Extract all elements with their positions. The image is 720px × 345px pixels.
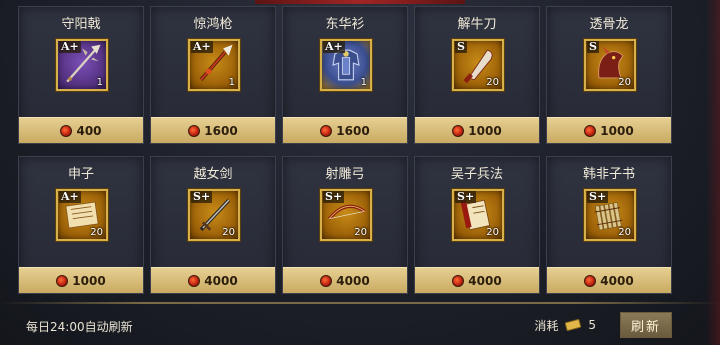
- refresh-note: 每日24:00自动刷新: [26, 320, 133, 334]
- item-quantity: 20: [486, 77, 499, 88]
- price-bar[interactable]: 400: [19, 117, 143, 143]
- footer-divider: [0, 302, 720, 304]
- item-price: 1000: [468, 123, 502, 138]
- item-name: 解牛刀: [457, 17, 497, 32]
- item-quantity: 1: [96, 77, 103, 88]
- item-price: 4000: [600, 273, 634, 288]
- item-slot[interactable]: A+ 1: [188, 39, 240, 91]
- currency-coin-icon: [60, 124, 73, 137]
- item-name: 吴子兵法: [450, 167, 503, 182]
- shop-item-card[interactable]: 东华衫 A+ 1 1600: [282, 6, 408, 144]
- grade-badge: S: [455, 40, 467, 53]
- currency-coin-icon: [584, 274, 597, 287]
- item-slot[interactable]: S 20: [584, 39, 636, 91]
- currency-coin-icon: [320, 274, 333, 287]
- currency-coin-icon: [56, 274, 69, 287]
- shop-item-card[interactable]: 透骨龙 S 20 1000: [546, 6, 672, 144]
- price-bar[interactable]: 1000: [415, 117, 539, 143]
- shop-item-card[interactable]: 申子 A+ 20 1000: [18, 156, 144, 294]
- item-name: 东华衫: [325, 17, 365, 32]
- price-bar[interactable]: 4000: [547, 267, 671, 293]
- item-slot[interactable]: S+ 20: [452, 189, 504, 241]
- item-slot[interactable]: A+ 20: [56, 189, 108, 241]
- item-price: 4000: [336, 273, 370, 288]
- shop-item-card[interactable]: 惊鸿枪 A+ 1 1600: [150, 6, 276, 144]
- item-name: 越女剑: [193, 167, 233, 182]
- item-price: 1600: [336, 123, 370, 138]
- item-quantity: 20: [354, 227, 367, 238]
- shop-item-card[interactable]: 解牛刀 S 20 1000: [414, 6, 540, 144]
- item-slot[interactable]: S+ 20: [188, 189, 240, 241]
- right-edge-glow: [706, 0, 720, 345]
- item-slot[interactable]: A+ 1: [56, 39, 108, 91]
- item-quantity: 1: [360, 77, 367, 88]
- item-price: 1000: [72, 273, 106, 288]
- grade-badge: A+: [191, 40, 213, 53]
- item-price: 1000: [600, 123, 634, 138]
- item-name: 申子: [67, 167, 94, 182]
- item-price: 1600: [204, 123, 238, 138]
- grade-badge: S+: [323, 190, 345, 203]
- top-red-strip: [255, 0, 465, 4]
- price-bar[interactable]: 4000: [415, 267, 539, 293]
- shop-grid: 守阳戟 A+ 1 400 惊鸿枪 A+ 1 1600 东华衫 A+ 1 1600…: [18, 6, 702, 296]
- grade-badge: S+: [191, 190, 213, 203]
- shop-item-card[interactable]: 守阳戟 A+ 1 400: [18, 6, 144, 144]
- price-bar[interactable]: 1600: [151, 117, 275, 143]
- currency-coin-icon: [452, 124, 465, 137]
- item-price: 400: [76, 123, 102, 138]
- price-bar[interactable]: 1000: [547, 117, 671, 143]
- grade-badge: S: [587, 40, 599, 53]
- refresh-button[interactable]: 刷新: [620, 312, 672, 338]
- shop-item-card[interactable]: 射雕弓 S+ 20 4000: [282, 156, 408, 294]
- item-slot[interactable]: A+ 1: [320, 39, 372, 91]
- item-slot[interactable]: S+ 20: [320, 189, 372, 241]
- currency-coin-icon: [320, 124, 333, 137]
- price-bar[interactable]: 1000: [19, 267, 143, 293]
- currency-coin-icon: [188, 124, 201, 137]
- item-quantity: 20: [222, 227, 235, 238]
- shop-item-card[interactable]: 越女剑 S+ 20 4000: [150, 156, 276, 294]
- currency-coin-icon: [584, 124, 597, 137]
- refresh-cost-area: 消耗 5 刷新: [534, 312, 672, 338]
- item-name: 透骨龙: [589, 17, 629, 32]
- grade-badge: A+: [323, 40, 345, 53]
- grade-badge: A+: [59, 190, 81, 203]
- item-slot[interactable]: S 20: [452, 39, 504, 91]
- shop-item-card[interactable]: 吴子兵法 S+ 20 4000: [414, 156, 540, 294]
- item-slot[interactable]: S+ 20: [584, 189, 636, 241]
- grade-badge: S+: [587, 190, 609, 203]
- item-quantity: 20: [90, 227, 103, 238]
- item-price: 4000: [468, 273, 502, 288]
- currency-coin-icon: [452, 274, 465, 287]
- price-bar[interactable]: 4000: [151, 267, 275, 293]
- price-bar[interactable]: 1600: [283, 117, 407, 143]
- grade-badge: A+: [59, 40, 81, 53]
- currency-coin-icon: [188, 274, 201, 287]
- item-name: 射雕弓: [325, 167, 365, 182]
- cost-label: 消耗: [534, 318, 559, 333]
- shop-item-card[interactable]: 韩非子书 S+ 20 4000: [546, 156, 672, 294]
- grade-badge: S+: [455, 190, 477, 203]
- item-price: 4000: [204, 273, 238, 288]
- refresh-ticket-icon: [565, 319, 582, 331]
- price-bar[interactable]: 4000: [283, 267, 407, 293]
- cost-value: 5: [588, 318, 596, 332]
- item-name: 守阳戟: [61, 17, 101, 32]
- item-quantity: 20: [618, 77, 631, 88]
- item-quantity: 1: [228, 77, 235, 88]
- item-name: 韩非子书: [582, 167, 635, 182]
- item-name: 惊鸿枪: [193, 17, 233, 32]
- item-quantity: 20: [618, 227, 631, 238]
- item-quantity: 20: [486, 227, 499, 238]
